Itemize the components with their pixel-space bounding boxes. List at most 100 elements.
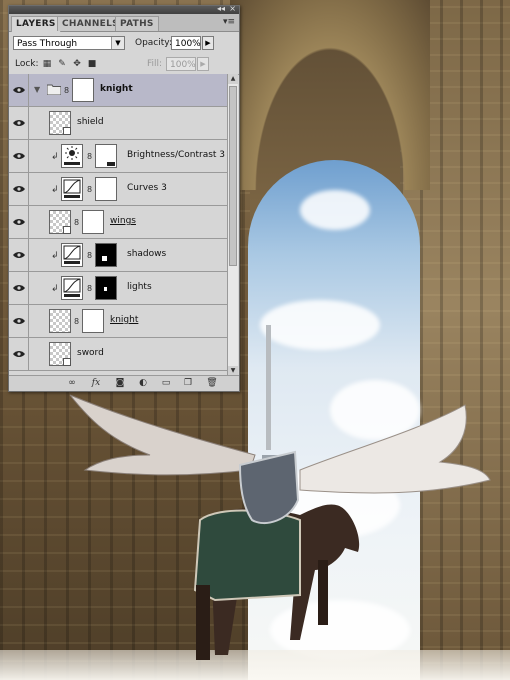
clip-arrow-icon: ↲ <box>51 185 59 195</box>
layer-name: Curves 3 <box>127 183 167 193</box>
visibility-toggle[interactable] <box>9 74 29 106</box>
eye-icon <box>13 186 25 192</box>
eye-icon <box>13 318 25 324</box>
lock-label: Lock: <box>15 59 39 69</box>
delete-layer-icon[interactable]: 🗑 <box>205 377 219 390</box>
chain-link-icon: 8 <box>87 284 93 293</box>
layer-row-wings[interactable]: 8 wings <box>9 206 227 239</box>
eye-icon <box>13 351 25 357</box>
layer-name: knight <box>110 315 139 325</box>
add-mask-icon[interactable]: ◙ <box>113 377 127 390</box>
layer-row-brightness-contrast[interactable]: ↲ 8 Brightness/Contrast 3 <box>9 140 227 173</box>
layer-thumbnail[interactable] <box>49 342 71 366</box>
panel-titlebar: ◂◂ × <box>9 4 239 14</box>
layer-name: knight <box>100 84 133 94</box>
tab-layers[interactable]: LAYERS <box>11 16 61 32</box>
panel-tabs: LAYERS CHANNELS PATHS ▾≡ <box>9 14 239 32</box>
horse-leg <box>318 560 328 625</box>
lock-position-icon[interactable]: ✥ <box>72 59 82 69</box>
visibility-toggle[interactable] <box>9 338 29 370</box>
fill-slider-button[interactable]: ▶ <box>197 57 209 71</box>
layer-mask-thumbnail[interactable] <box>95 144 117 168</box>
panel-menu-icon[interactable]: ▾≡ <box>223 17 235 27</box>
right-wing <box>299 404 491 494</box>
eye-icon <box>13 219 25 225</box>
visibility-toggle[interactable] <box>9 107 29 139</box>
smart-object-icon <box>63 358 71 366</box>
layer-mask-thumbnail[interactable] <box>95 243 117 267</box>
visibility-toggle[interactable] <box>9 305 29 337</box>
link-layers-icon[interactable]: ∞ <box>65 377 79 390</box>
fill-label: Fill: <box>147 59 163 69</box>
eye-icon <box>13 285 25 291</box>
layer-thumbnail[interactable] <box>49 111 71 135</box>
blend-mode-value: Pass Through <box>17 39 78 49</box>
collapse-arrow-icon[interactable]: ▼ <box>34 85 40 94</box>
chain-link-icon: 8 <box>87 185 93 194</box>
layers-panel: ◂◂ × LAYERS CHANNELS PATHS ▾≡ Pass Throu… <box>8 4 240 392</box>
curves-adjustment-icon[interactable] <box>61 177 83 201</box>
adjustment-layer-icon[interactable]: ◐ <box>136 377 150 390</box>
horse-leg <box>196 585 210 660</box>
new-group-icon[interactable]: ▭ <box>159 377 173 390</box>
visibility-toggle[interactable] <box>9 173 29 205</box>
opacity-input[interactable]: 100% <box>171 36 201 50</box>
new-layer-icon[interactable]: ❐ <box>181 377 195 390</box>
chevron-down-icon: ▼ <box>111 37 124 49</box>
horse-caparison <box>193 509 301 602</box>
close-icon[interactable]: × <box>229 4 236 13</box>
curves-adjustment-icon[interactable] <box>61 243 83 267</box>
layer-name: shield <box>77 117 104 127</box>
layer-row-shield[interactable]: shield <box>9 107 227 140</box>
blend-mode-select[interactable]: Pass Through ▼ <box>13 36 125 50</box>
layers-list: ▼ 8 knight shield ↲ 8 Brightness/Contras… <box>9 74 227 376</box>
blend-options-row: Pass Through ▼ Opacity: 100% ▶ <box>9 32 239 54</box>
layer-row-shadows[interactable]: ↲ 8 shadows <box>9 239 227 272</box>
layer-row-sword[interactable]: sword <box>9 338 227 371</box>
eye-icon <box>13 87 25 93</box>
shield <box>238 450 300 525</box>
lock-transparency-icon[interactable]: ▦ <box>42 59 52 69</box>
visibility-toggle[interactable] <box>9 140 29 172</box>
lock-all-icon[interactable]: ■ <box>87 59 97 69</box>
fx-icon[interactable]: fx <box>89 377 103 390</box>
layer-mask-thumbnail[interactable] <box>95 276 117 300</box>
clip-arrow-icon: ↲ <box>51 152 59 162</box>
layer-row-knight[interactable]: 8 knight <box>9 305 227 338</box>
layers-scrollbar[interactable]: ▲ ▼ <box>227 74 238 376</box>
visibility-toggle[interactable] <box>9 206 29 238</box>
curves-adjustment-icon[interactable] <box>61 276 83 300</box>
chain-link-icon: 8 <box>74 218 80 227</box>
layer-row-knight-group[interactable]: ▼ 8 knight <box>9 74 227 107</box>
layer-thumbnail[interactable] <box>49 309 71 333</box>
tab-channels[interactable]: CHANNELS <box>57 16 124 31</box>
smart-object-icon <box>63 226 71 234</box>
opacity-slider-button[interactable]: ▶ <box>202 36 214 50</box>
eye-icon <box>13 252 25 258</box>
scroll-thumb[interactable] <box>229 86 237 266</box>
scroll-up-icon[interactable]: ▲ <box>228 74 238 84</box>
panel-bottom-toolbar: ∞ fx ◙ ◐ ▭ ❐ 🗑 <box>9 375 239 391</box>
brightness-adjustment-icon[interactable] <box>61 144 83 168</box>
eye-icon <box>13 153 25 159</box>
layer-thumbnail[interactable] <box>49 210 71 234</box>
fill-input[interactable]: 100% <box>166 57 196 71</box>
layer-name: lights <box>127 282 152 292</box>
layer-mask-thumbnail[interactable] <box>82 210 104 234</box>
sword <box>266 325 271 450</box>
clip-arrow-icon: ↲ <box>51 251 59 261</box>
layer-mask-thumbnail[interactable] <box>82 309 104 333</box>
layer-name: shadows <box>127 249 167 259</box>
lock-pixels-icon[interactable]: ✎ <box>57 59 67 69</box>
layer-name: Brightness/Contrast 3 <box>127 150 226 160</box>
layer-row-curves-3[interactable]: ↲ 8 Curves 3 <box>9 173 227 206</box>
layer-name: wings <box>110 216 136 226</box>
eye-icon <box>13 120 25 126</box>
collapse-icon[interactable]: ◂◂ <box>217 4 225 13</box>
layer-mask-thumbnail[interactable] <box>95 177 117 201</box>
layer-row-lights[interactable]: ↲ 8 lights <box>9 272 227 305</box>
tab-paths[interactable]: PATHS <box>115 16 159 31</box>
visibility-toggle[interactable] <box>9 272 29 304</box>
visibility-toggle[interactable] <box>9 239 29 271</box>
layer-mask-thumbnail[interactable] <box>72 78 94 102</box>
